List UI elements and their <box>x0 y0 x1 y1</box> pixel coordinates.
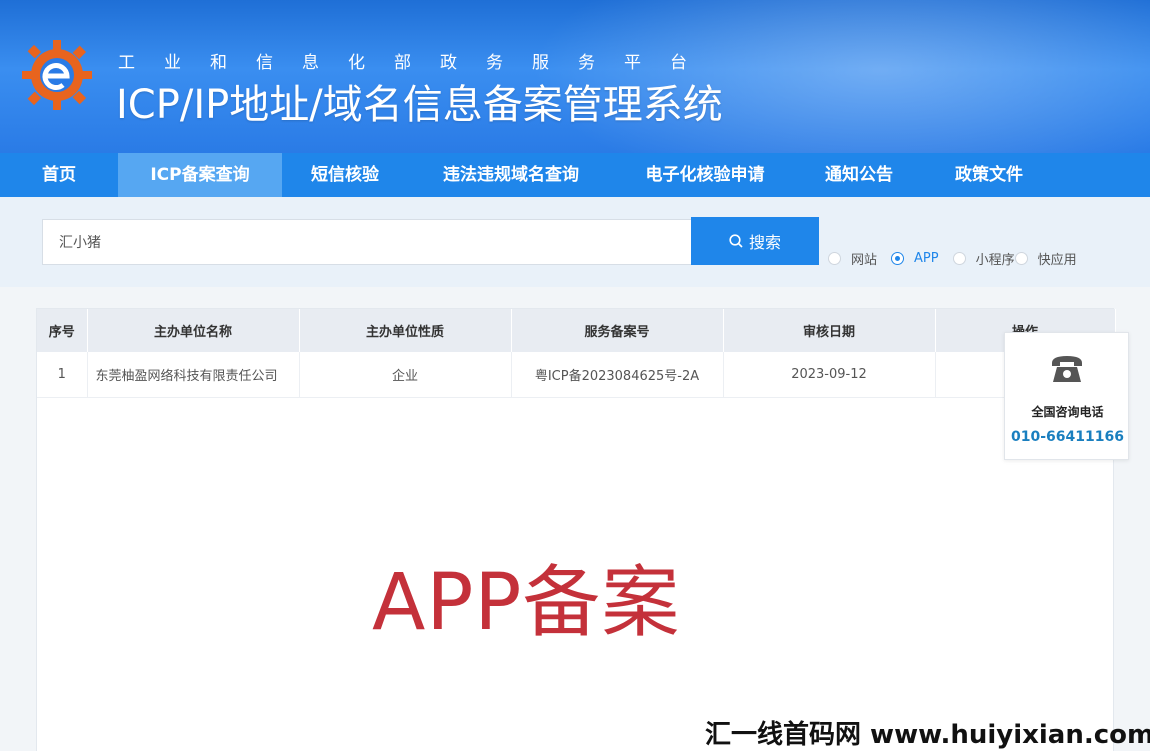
telephone-icon <box>1052 356 1082 382</box>
col-header-index: 序号 <box>37 309 88 352</box>
col-header-org-name: 主办单位名称 <box>87 309 300 352</box>
contact-card[interactable]: 全国咨询电话 010-66411166 <box>1004 332 1129 460</box>
radio-mini-program[interactable]: 小程序 <box>952 249 1015 268</box>
nav-item-illegal-domain[interactable]: 违法违规域名查询 <box>408 153 614 197</box>
nav-item-notices[interactable]: 通知公告 <box>796 153 922 197</box>
table-header-row: 序号 主办单位名称 主办单位性质 服务备案号 审核日期 操作 <box>37 309 1116 352</box>
site-watermark: 汇一线首码网 www.huiyixian.com <box>705 720 1150 750</box>
cell-record-no: 粤ICP备2023084625号-2A <box>511 352 724 398</box>
radio-checked-icon <box>891 252 905 265</box>
header-banner: 工业和信息化部政务服务平台 ICP/IP地址/域名信息备案管理系统 <box>0 0 1150 153</box>
radio-app[interactable]: APP <box>891 251 939 266</box>
radio-label: 快应用 <box>1037 253 1077 268</box>
results-panel: 序号 主办单位名称 主办单位性质 服务备案号 审核日期 操作 1 东莞柚盈网络科… <box>36 308 1116 751</box>
radio-label: APP <box>914 251 939 266</box>
main-nav: 首页 ICP备案查询 短信核验 违法违规域名查询 电子化核验申请 通知公告 政策… <box>0 153 1150 197</box>
query-type-radio-group: 网站 APP 小程序 快应用 <box>828 249 1091 268</box>
search-icon <box>729 234 743 248</box>
cell-index: 1 <box>37 352 88 398</box>
cell-review-date: 2023-09-12 <box>723 352 936 398</box>
col-header-review-date: 审核日期 <box>723 309 936 352</box>
results-table: 序号 主办单位名称 主办单位性质 服务备案号 审核日期 操作 1 东莞柚盈网络科… <box>37 309 1116 398</box>
radio-circle-icon <box>1014 252 1028 265</box>
search-button[interactable]: 搜索 <box>691 217 819 265</box>
nav-item-home[interactable]: 首页 <box>0 153 118 197</box>
radio-circle-icon <box>828 252 841 265</box>
nav-item-e-verify[interactable]: 电子化核验申请 <box>614 153 796 197</box>
radio-circle-icon <box>952 252 966 265</box>
col-header-org-type: 主办单位性质 <box>299 309 512 352</box>
search-area: 搜索 网站 APP 小程序 快应用 <box>0 197 1150 287</box>
radio-label: 小程序 <box>975 253 1015 268</box>
app-record-overlay-text: APP备案 <box>372 558 681 648</box>
search-input[interactable] <box>42 219 692 265</box>
nav-item-sms-verify[interactable]: 短信核验 <box>282 153 408 197</box>
nav-item-policy[interactable]: 政策文件 <box>922 153 1056 197</box>
nav-item-icp-query[interactable]: ICP备案查询 <box>118 153 282 197</box>
radio-label: 网站 <box>851 253 878 268</box>
system-title: ICP/IP地址/域名信息备案管理系统 <box>116 82 723 128</box>
contact-label: 全国咨询电话 <box>1031 405 1104 419</box>
radio-website[interactable]: 网站 <box>828 249 877 268</box>
contact-phone-number: 010-66411166 <box>1011 429 1124 445</box>
cell-org-type: 企业 <box>299 352 512 398</box>
platform-subtitle: 工业和信息化部政务服务平台 <box>118 53 716 73</box>
cell-org-name: 东莞柚盈网络科技有限责任公司 <box>87 352 300 398</box>
table-row[interactable]: 1 东莞柚盈网络科技有限责任公司 企业 粤ICP备2023084625号-2A … <box>37 352 1116 398</box>
col-header-record-no: 服务备案号 <box>511 309 724 352</box>
gear-e-logo-icon <box>22 40 92 110</box>
search-button-label: 搜索 <box>748 233 781 252</box>
radio-quick-app[interactable]: 快应用 <box>1014 249 1077 268</box>
